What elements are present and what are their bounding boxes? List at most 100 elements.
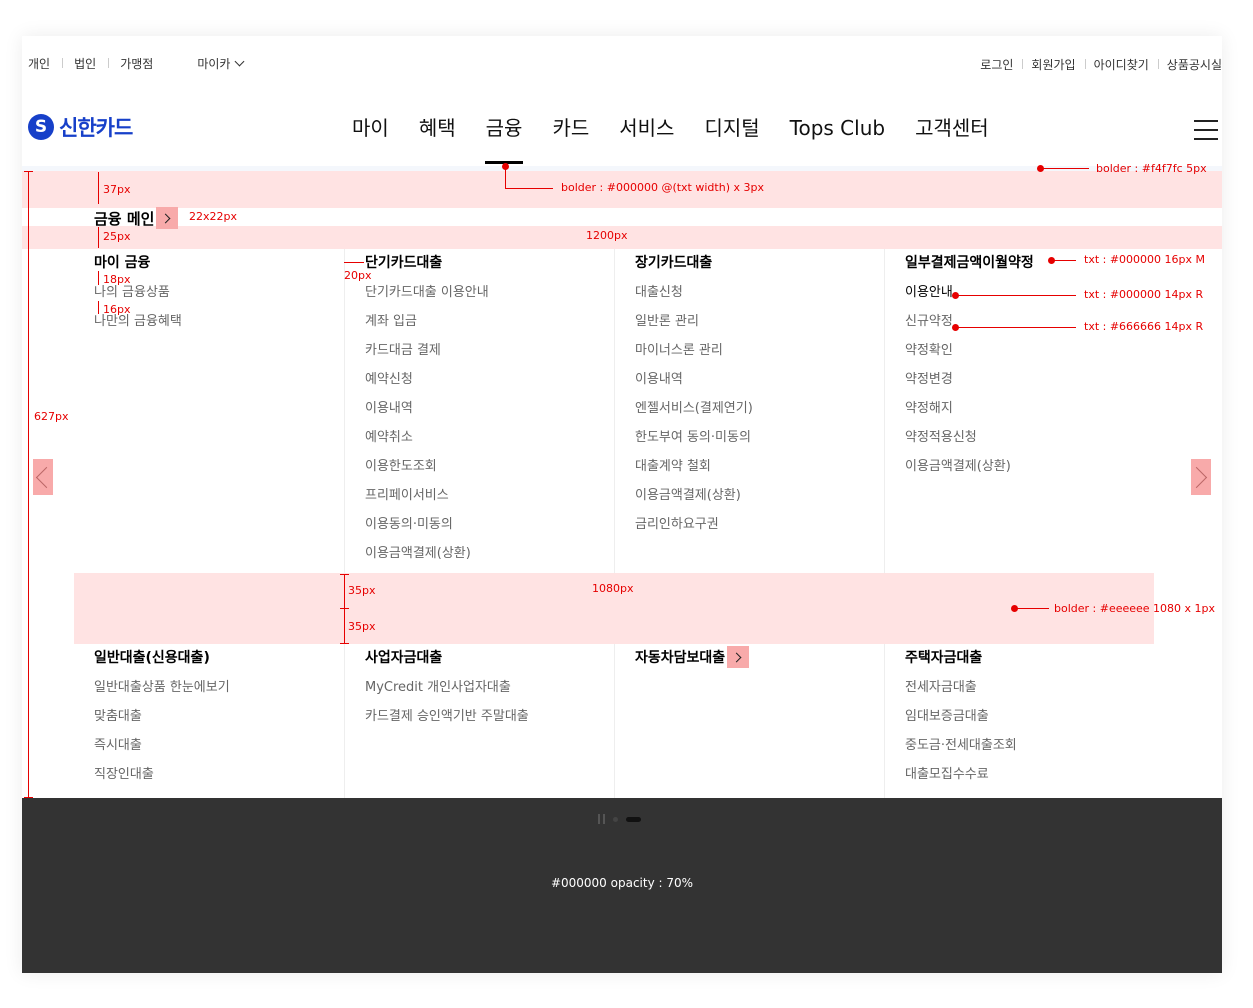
shinhan-card-logo[interactable]: S 신한카드 bbox=[28, 112, 133, 142]
menu-item[interactable]: 카드결제 승인액기반 주말대출 bbox=[365, 709, 635, 738]
util-corporate-link[interactable]: 법인 bbox=[62, 55, 108, 72]
gnb-my[interactable]: 마이 bbox=[352, 114, 389, 142]
login-link[interactable]: 로그인 bbox=[971, 56, 1022, 73]
spec-line bbox=[1041, 168, 1089, 169]
hamburger-menu-icon[interactable] bbox=[1194, 120, 1218, 140]
spec-line bbox=[98, 301, 99, 314]
global-nav: 마이 혜택 금융 카드 서비스 디지털 Tops Club 고객센터 bbox=[352, 114, 1019, 164]
find-id-link[interactable]: 아이디찾기 bbox=[1084, 56, 1158, 73]
column-divider bbox=[884, 644, 885, 798]
spec-line bbox=[344, 262, 364, 263]
column-title[interactable]: 장기카드대출 bbox=[635, 252, 905, 272]
gnb-service[interactable]: 서비스 bbox=[619, 114, 674, 142]
menu-item[interactable]: MyCredit 개인사업자대출 bbox=[365, 680, 635, 709]
menu-item[interactable]: 나만의 금융혜택 bbox=[94, 314, 364, 343]
menu-item[interactable]: 카드대금 결제 bbox=[365, 343, 635, 372]
column-title[interactable]: 주택자금대출 bbox=[905, 647, 1175, 667]
spec-line bbox=[956, 327, 1076, 328]
menu-item[interactable]: 약정변경 bbox=[905, 372, 1175, 401]
menu-item[interactable]: 약정해지 bbox=[905, 401, 1175, 430]
spec-line bbox=[1052, 260, 1076, 261]
menu-column-long-term-loan: 장기카드대출 대출신청 일반론 관리 마이너스론 관리 이용내역 엔젤서비스(결… bbox=[635, 252, 905, 546]
column-title[interactable]: 단기카드대출 bbox=[365, 252, 635, 272]
spec-line bbox=[98, 227, 99, 248]
menu-item[interactable]: 직장인대출 bbox=[94, 767, 364, 796]
menu-item[interactable]: 이용동의·미동의 bbox=[365, 517, 635, 546]
chevron-down-icon bbox=[234, 56, 245, 67]
gnb-customer-center[interactable]: 고객센터 bbox=[915, 114, 989, 142]
menu-item[interactable]: 이용금액결제(상환) bbox=[365, 546, 635, 575]
spec-label: 37px bbox=[103, 183, 131, 196]
gnb-tops-club[interactable]: Tops Club bbox=[790, 114, 885, 142]
menu-column-general-loan: 일반대출(신용대출) 일반대출상품 한눈에보기 맞춤대출 즉시대출 직장인대출 bbox=[94, 647, 364, 796]
signup-link[interactable]: 회원가입 bbox=[1022, 56, 1084, 73]
spec-label: txt : #000000 16px M bbox=[1084, 253, 1206, 266]
spec-line bbox=[98, 172, 99, 204]
auto-loan-link[interactable]: 자동차담보대출 bbox=[635, 646, 905, 668]
column-title[interactable]: 마이 금융 bbox=[94, 252, 364, 272]
gnb-digital[interactable]: 디지털 bbox=[704, 114, 759, 142]
menu-item[interactable]: 즉시대출 bbox=[94, 738, 364, 767]
pager-dot[interactable] bbox=[613, 816, 618, 822]
menu-item[interactable]: 임대보증금대출 bbox=[905, 709, 1175, 738]
spec-tick bbox=[340, 574, 349, 575]
spec-label: txt : #666666 14px R bbox=[1084, 320, 1204, 333]
gnb-card[interactable]: 카드 bbox=[552, 114, 589, 142]
menu-item[interactable]: 엔젤서비스(결제연기) bbox=[635, 401, 905, 430]
spec-line bbox=[505, 188, 553, 189]
menu-item[interactable]: 맞춤대출 bbox=[94, 709, 364, 738]
menu-item[interactable]: 일반론 관리 bbox=[635, 314, 905, 343]
menu-column-short-term-loan: 단기카드대출 단기카드대출 이용안내 계좌 입금 카드대금 결제 예약신청 이용… bbox=[365, 252, 635, 575]
finance-main-link[interactable]: 금융 메인 bbox=[94, 207, 179, 229]
menu-item[interactable]: 예약신청 bbox=[365, 372, 635, 401]
menu-item[interactable]: 약정적용신청 bbox=[905, 430, 1175, 459]
spec-tick bbox=[340, 643, 349, 644]
menu-item[interactable]: 대출신청 bbox=[635, 285, 905, 314]
util-merchant-link[interactable]: 가맹점 bbox=[108, 55, 165, 72]
menu-item[interactable]: 단기카드대출 이용안내 bbox=[365, 285, 635, 314]
next-arrow-button[interactable] bbox=[1185, 459, 1211, 495]
mycar-label: 마이카 bbox=[197, 57, 231, 71]
dim-overlay: #000000 opacity : 70% bbox=[22, 798, 1222, 973]
product-disclosure-link[interactable]: 상품공시실 bbox=[1157, 56, 1222, 73]
menu-item[interactable]: 금리인하요구권 bbox=[635, 517, 905, 546]
menu-item[interactable]: 이용내역 bbox=[635, 372, 905, 401]
prev-arrow-button[interactable] bbox=[33, 459, 58, 495]
pause-icon[interactable] bbox=[598, 814, 605, 824]
mega-menu-spec-frame: 개인 법인 가맹점 마이카 로그인 회원가입 아이디찾기 상품공시실 S 신한카… bbox=[22, 36, 1222, 973]
gnb-finance[interactable]: 금융 bbox=[484, 114, 524, 164]
spec-height-line bbox=[28, 171, 29, 798]
menu-item[interactable]: 프리페이서비스 bbox=[365, 488, 635, 517]
util-personal-link[interactable]: 개인 bbox=[28, 55, 62, 72]
menu-item[interactable]: 대출모집수수료 bbox=[905, 767, 1175, 796]
menu-item[interactable]: 나의 금융상품 bbox=[94, 285, 364, 314]
menu-item[interactable]: 이용한도조회 bbox=[365, 459, 635, 488]
menu-item[interactable]: 마이너스론 관리 bbox=[635, 343, 905, 372]
menu-item[interactable]: 대출계약 철회 bbox=[635, 459, 905, 488]
column-title[interactable]: 사업자금대출 bbox=[365, 647, 635, 667]
utility-left: 개인 법인 가맹점 마이카 bbox=[28, 55, 245, 72]
chevron-right-icon bbox=[156, 207, 179, 229]
spec-label: txt : #000000 14px R bbox=[1084, 288, 1204, 301]
spec-line bbox=[1015, 608, 1049, 609]
gnb-benefits[interactable]: 혜택 bbox=[419, 114, 456, 142]
spec-label: 35px bbox=[348, 584, 376, 597]
menu-item[interactable]: 약정확인 bbox=[905, 343, 1175, 372]
spec-line bbox=[98, 271, 99, 285]
menu-item[interactable]: 예약취소 bbox=[365, 430, 635, 459]
pager-dot-active[interactable] bbox=[626, 816, 641, 822]
menu-item[interactable]: 이용금액결제(상환) bbox=[905, 459, 1175, 488]
column-title[interactable]: 일반대출(신용대출) bbox=[94, 647, 364, 667]
spec-label: bolder : #f4f7fc 5px bbox=[1096, 162, 1207, 175]
menu-item[interactable]: 한도부여 동의·미동의 bbox=[635, 430, 905, 459]
mycar-dropdown[interactable]: 마이카 bbox=[197, 55, 245, 72]
menu-item[interactable]: 전세자금대출 bbox=[905, 680, 1175, 709]
chevron-right-icon bbox=[727, 646, 750, 668]
menu-item[interactable]: 중도금·전세대출조회 bbox=[905, 738, 1175, 767]
menu-item[interactable]: 일반대출상품 한눈에보기 bbox=[94, 680, 364, 709]
menu-item[interactable]: 이용내역 bbox=[365, 401, 635, 430]
logo-text: 신한카드 bbox=[59, 116, 133, 140]
menu-item[interactable]: 이용금액결제(상환) bbox=[635, 488, 905, 517]
menu-column-auto-loan: 자동차담보대출 bbox=[635, 646, 905, 668]
menu-item[interactable]: 계좌 입금 bbox=[365, 314, 635, 343]
